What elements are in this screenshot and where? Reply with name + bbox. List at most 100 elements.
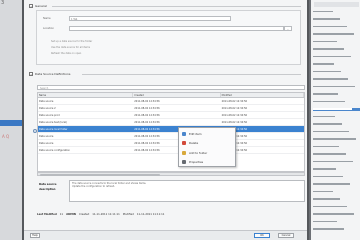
table-cell: Data source bbox=[39, 142, 54, 145]
table-body: Data source 2011-08-02 12:34:56 2011-08-02… bbox=[38, 98, 304, 154]
background-list-item bbox=[313, 168, 360, 171]
section-divider bbox=[52, 5, 301, 6]
drag-handle-icon[interactable] bbox=[33, 129, 37, 133]
delete-icon bbox=[182, 140, 186, 145]
background-toolbar bbox=[314, 2, 359, 7]
scrollbar-thumb[interactable] bbox=[40, 173, 160, 176]
cancel-button[interactable]: Cancel bbox=[278, 233, 294, 238]
description-text-2: Update the configuration to refresh. bbox=[72, 185, 116, 188]
menu-item-delete[interactable]: Delete bbox=[179, 139, 237, 146]
background-list-item bbox=[313, 228, 360, 231]
menu-item-properties[interactable]: Properties bbox=[179, 158, 237, 165]
search-input[interactable]: Search bbox=[37, 85, 305, 90]
hint-line-2: Use the data source for all items bbox=[51, 46, 90, 49]
dialog-footer: Help OK Cancel bbox=[24, 230, 307, 240]
table-cell: Data source test (local) bbox=[39, 121, 67, 124]
table-cell: 2011-08-02 12:34:56 bbox=[221, 107, 248, 110]
background-window-right bbox=[309, 0, 360, 240]
created-label: Created bbox=[78, 213, 90, 216]
background-list-item bbox=[313, 40, 360, 43]
browse-button[interactable]: … bbox=[284, 26, 292, 31]
table-cell: 2011-08-02 12:34:56 bbox=[221, 121, 248, 124]
location-label: Location bbox=[43, 27, 54, 30]
background-list-item bbox=[313, 153, 360, 156]
table-row[interactable]: Data source2011-08-02 12:34:562011-08-02… bbox=[38, 133, 304, 140]
table-cell: Data source bbox=[39, 135, 54, 138]
column-header-created[interactable]: Created bbox=[133, 93, 221, 97]
location-field[interactable] bbox=[69, 26, 284, 31]
dialog-window: − General Name 1 Tab Location … Set up a… bbox=[22, 0, 309, 240]
background-list-item bbox=[313, 198, 360, 201]
menu-item-edit[interactable]: Edit item bbox=[179, 130, 237, 137]
modified-user: ADMIN bbox=[66, 213, 76, 216]
table-cell: 2011-08-02 12:34:56 bbox=[221, 114, 248, 117]
folder-icon bbox=[182, 150, 186, 155]
background-list-item bbox=[313, 10, 360, 13]
table-cell: 2011-08-02 12:34:56 bbox=[134, 107, 160, 110]
table-row[interactable]: Data source test (local) 2011-08-02 12:34… bbox=[38, 119, 304, 126]
background-list-item bbox=[313, 123, 360, 126]
background-list-item bbox=[313, 183, 360, 186]
horizontal-scrollbar[interactable] bbox=[37, 172, 305, 176]
name-field[interactable]: 1 Tab bbox=[69, 16, 231, 21]
background-window-left: 3 A Q bbox=[0, 0, 22, 240]
table-cell: Data source prod bbox=[39, 114, 60, 117]
table-row[interactable]: Data source2011-08-02 12:34:562011-08-02… bbox=[38, 140, 304, 147]
menu-item-label: Properties bbox=[189, 159, 204, 164]
table-row[interactable]: Data source configuration 2011-08-02 12:3… bbox=[38, 147, 304, 154]
modified-info: Last Modified 11 ADMIN Created 11-11-201… bbox=[37, 212, 305, 217]
background-list-item bbox=[313, 220, 360, 223]
column-header-modified[interactable]: Modified bbox=[221, 93, 304, 97]
description-field[interactable]: The data source connects to the local fo… bbox=[69, 180, 305, 202]
section-data-header[interactable]: − Data Source Definitions bbox=[29, 71, 70, 76]
section-data-title: Data Source Definitions bbox=[35, 71, 71, 76]
properties-icon bbox=[182, 159, 186, 164]
background-list-item bbox=[313, 63, 360, 66]
background-selected-row bbox=[0, 120, 22, 126]
table-row[interactable]: Data source prod 2011-08-02 12:34:56 2011-… bbox=[38, 112, 304, 119]
modified-date: 11-11-2011 11:11:11 bbox=[136, 213, 165, 216]
background-list-item bbox=[313, 138, 360, 141]
background-mark: 3 bbox=[1, 0, 5, 6]
table-row[interactable]: Data source 2 2011-08-02 12:34:56 2011-08-… bbox=[38, 105, 304, 112]
background-list-item bbox=[313, 175, 360, 178]
menu-item-add-to-folder[interactable]: Add to folder bbox=[179, 149, 237, 156]
created-date: 11-11-2011 11:11:11 bbox=[92, 213, 120, 216]
general-panel: Name 1 Tab Location … Set up a data sour… bbox=[36, 10, 301, 65]
section-general-title: General bbox=[35, 3, 47, 8]
data-source-table: Name Created Modified Data source 2011-08… bbox=[37, 92, 305, 172]
modified-date-label: Modified bbox=[122, 213, 134, 216]
edit-icon bbox=[182, 131, 186, 136]
background-list-item bbox=[313, 48, 360, 51]
background-list-item bbox=[313, 85, 360, 88]
table-cell: Data source local folder bbox=[39, 128, 68, 131]
table-row[interactable]: Data source local folder 2011-08-02 12:34… bbox=[38, 126, 304, 133]
background-list-item bbox=[313, 130, 360, 133]
background-list-item bbox=[313, 18, 360, 21]
background-list-item bbox=[313, 100, 360, 103]
section-general-header[interactable]: − General bbox=[29, 3, 47, 8]
background-list-item bbox=[313, 190, 360, 193]
hint-line-3: Refresh the data on open bbox=[51, 52, 82, 55]
description-panel: Data source description The data source … bbox=[37, 180, 305, 202]
menu-item-label: Add to folder bbox=[189, 150, 208, 155]
background-list-item bbox=[313, 33, 360, 36]
background-fragment: A Q bbox=[2, 134, 10, 139]
background-list-item bbox=[313, 145, 360, 148]
table-cell: Data source configuration bbox=[39, 149, 71, 152]
background-list-item bbox=[313, 78, 360, 81]
table-row[interactable]: Data source2011-08-02 12:34:562011-08-02… bbox=[38, 98, 304, 105]
description-label: Data source description bbox=[39, 183, 57, 191]
section-divider bbox=[82, 73, 301, 74]
table-cell: 2011-08-02 12:34:56 bbox=[221, 100, 248, 103]
collapse-icon[interactable]: − bbox=[29, 71, 33, 76]
collapse-icon[interactable]: − bbox=[29, 3, 33, 8]
hint-line-1: Set up a data source for the folder bbox=[51, 40, 93, 43]
menu-item-label: Delete bbox=[189, 140, 199, 145]
column-header-name[interactable]: Name bbox=[38, 93, 134, 97]
modified-label: Last Modified bbox=[37, 213, 57, 216]
help-button[interactable]: Help bbox=[30, 233, 40, 238]
table-cell: Data source 2 bbox=[39, 107, 56, 110]
ok-button[interactable]: OK bbox=[254, 233, 270, 238]
background-list-item bbox=[313, 93, 360, 96]
